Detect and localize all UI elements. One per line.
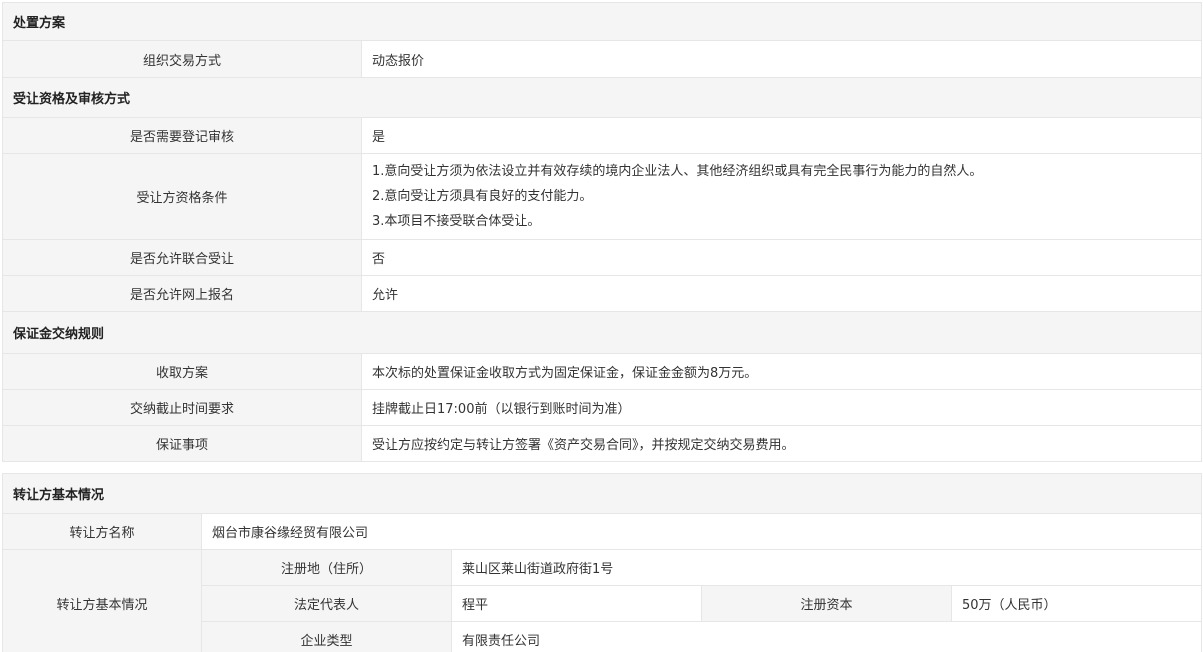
condition-line: 2.意向受让方须具有良好的支付能力。 (372, 189, 593, 204)
row-value: 是 (360, 117, 1203, 154)
table-row: 保证事项 受让方应按约定与转让方签署《资产交易合同》，并按规定交纳交易费用。 (2, 425, 1203, 462)
section-title: 受让资格及审核方式 (1, 77, 1203, 118)
section-title: 保证金交纳规则 (1, 311, 1203, 354)
section-title: 处置方案 (1, 2, 1203, 41)
table-row: 是否需要登记审核 是 (2, 117, 1203, 154)
row-label: 保证事项 (2, 425, 362, 462)
table-row: 受让方资格条件 1.意向受让方须为依法设立并有效存续的境内企业法人、其他经济组织… (2, 153, 1203, 240)
table-row: 是否允许联合受让 否 (2, 239, 1203, 276)
row-value: 受让方应按约定与转让方签署《资产交易合同》，并按规定交纳交易费用。 (360, 425, 1203, 462)
row-label: 企业类型 (201, 621, 452, 652)
row-label: 是否需要登记审核 (2, 117, 362, 154)
row-value: 有限责任公司 (450, 621, 1203, 652)
row-value: 50万（人民币） (950, 585, 1203, 622)
condition-line: 3.本项目不接受联合体受让。 (372, 214, 541, 229)
row-label: 转让方基本情况 (2, 549, 202, 652)
row-label: 注册资本 (701, 585, 952, 622)
table-row: 转让方基本情况 注册地（住所） 莱山区莱山街道政府街1号 (2, 549, 1203, 652)
row-value: 莱山区莱山街道政府街1号 (450, 549, 1203, 586)
table-row: 是否允许网上报名 允许 (2, 275, 1203, 312)
row-label: 受让方资格条件 (2, 153, 362, 240)
condition-line: 1.意向受让方须为依法设立并有效存续的境内企业法人、其他经济组织或具有完全民事行… (372, 164, 983, 179)
row-label: 是否允许联合受让 (2, 239, 362, 276)
row-label: 交纳截止时间要求 (2, 389, 362, 426)
section-header-deposit: 保证金交纳规则 (1, 311, 1203, 354)
row-value: 烟台市康谷缘经贸有限公司 (200, 513, 1203, 550)
row-label: 收取方案 (2, 353, 362, 390)
transferor-table: 转让方基本情况 转让方名称 烟台市康谷缘经贸有限公司 转让方基本情况 注册地（住… (1, 473, 1203, 652)
row-value: 本次标的处置保证金收取方式为固定保证金，保证金金额为8万元。 (360, 353, 1203, 390)
project-info-table: 处置方案 组织交易方式 动态报价 受让资格及审核方式 是否需要登记审核 是 受让… (1, 2, 1203, 462)
row-value: 允许 (360, 275, 1203, 312)
section-header-qualification: 受让资格及审核方式 (1, 77, 1203, 118)
row-value: 程平 (451, 585, 702, 622)
section-title: 转让方基本情况 (1, 473, 1203, 514)
row-label: 是否允许网上报名 (2, 275, 362, 312)
row-label: 法定代表人 (201, 585, 452, 622)
table-row: 收取方案 本次标的处置保证金收取方式为固定保证金，保证金金额为8万元。 (2, 353, 1203, 390)
row-value: 1.意向受让方须为依法设立并有效存续的境内企业法人、其他经济组织或具有完全民事行… (360, 153, 1203, 240)
row-value: 否 (360, 239, 1203, 276)
row-value: 挂牌截止日17:00前（以银行到账时间为准） (360, 389, 1203, 426)
row-label: 注册地（住所） (201, 549, 452, 586)
table-row: 交纳截止时间要求 挂牌截止日17:00前（以银行到账时间为准） (2, 389, 1203, 426)
section-header-disposal: 处置方案 (1, 2, 1203, 41)
row-label: 转让方名称 (2, 513, 202, 550)
section-header-transferor: 转让方基本情况 (1, 473, 1203, 514)
table-row: 转让方名称 烟台市康谷缘经贸有限公司 (2, 513, 1203, 550)
table-row: 组织交易方式 动态报价 (2, 40, 1203, 78)
row-value: 动态报价 (360, 40, 1203, 78)
row-label: 组织交易方式 (2, 40, 362, 78)
